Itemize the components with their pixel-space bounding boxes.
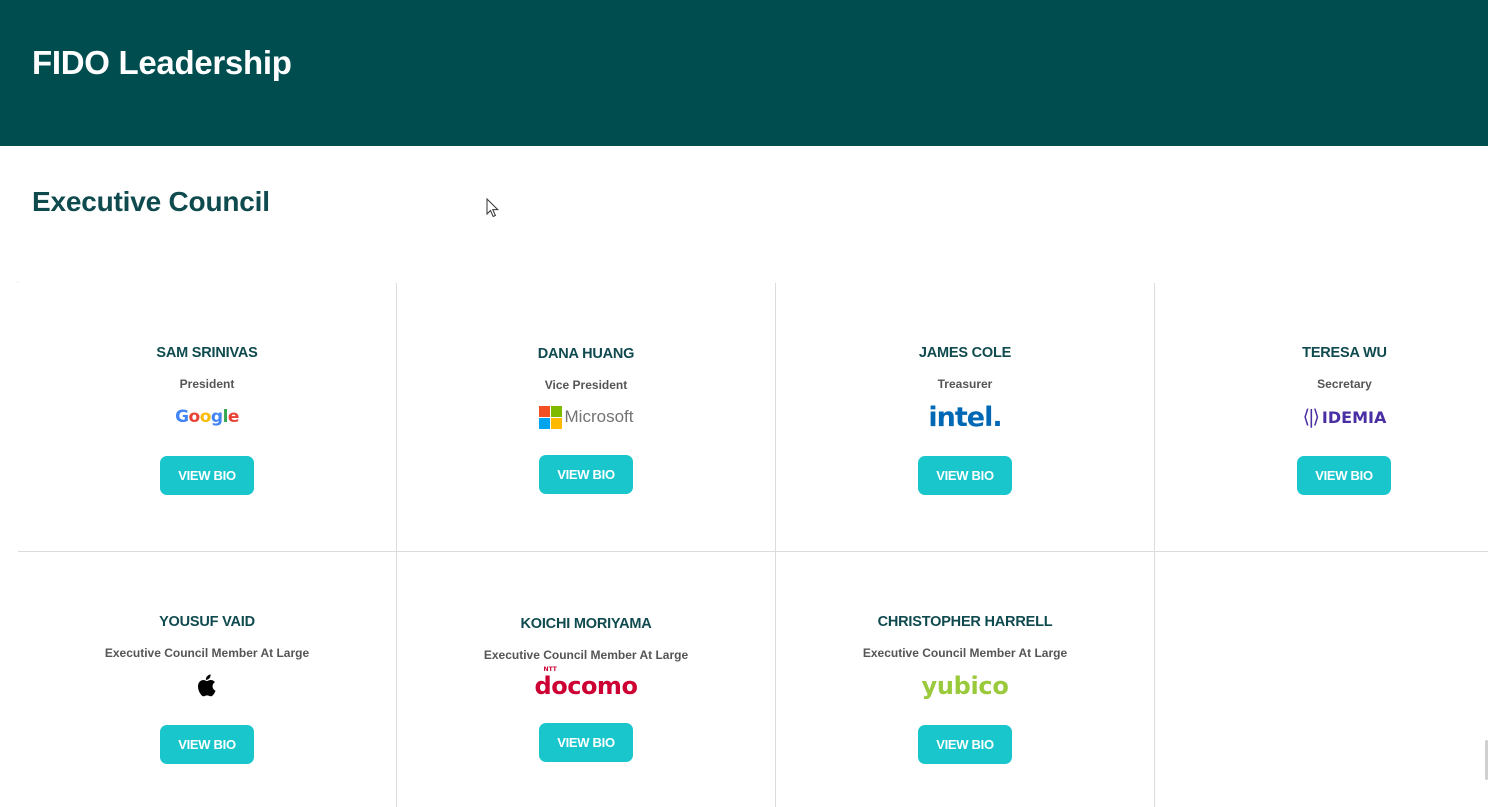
page-title: FIDO Leadership	[32, 44, 292, 81]
docomo-logo: NTT docomo	[534, 666, 638, 700]
member-name: SAM SRINIVAS	[156, 345, 258, 361]
view-bio-button[interactable]: VIEW BIO	[539, 455, 633, 494]
intel-logo: intel.	[928, 401, 1002, 433]
member-card: SAM SRINIVAS President Google VIEW BIO	[18, 283, 397, 552]
microsoft-squares-icon	[538, 405, 562, 429]
member-card: JAMES COLE Treasurer intel. VIEW BIO	[776, 283, 1155, 552]
apple-logo	[18, 670, 396, 702]
yubico-logo: yubico	[921, 672, 1009, 700]
google-logo: Google	[175, 407, 239, 427]
member-role: Treasurer	[937, 377, 993, 391]
member-role: Executive Council Member At Large	[104, 646, 310, 660]
view-bio-button[interactable]: VIEW BIO	[160, 725, 254, 764]
member-role: Executive Council Member At Large	[862, 646, 1068, 660]
empty-card	[1155, 552, 1488, 807]
member-name: CHRISTOPHER HARRELL	[877, 614, 1053, 630]
microsoft-logo: Microsoft	[397, 401, 775, 433]
section-title: Executive Council	[32, 186, 270, 217]
mouse-pointer-icon	[486, 198, 500, 218]
member-card: KOICHI MORIYAMA Executive Council Member…	[397, 552, 776, 807]
member-name: JAMES COLE	[918, 345, 1012, 361]
view-bio-button[interactable]: VIEW BIO	[160, 456, 254, 495]
member-card: TERESA WU Secretary ⟨|⟩ IDEMIA VIEW BIO	[1155, 283, 1488, 552]
member-name: KOICHI MORIYAMA	[520, 616, 652, 632]
view-bio-button[interactable]: VIEW BIO	[1297, 456, 1391, 495]
idemia-logo: ⟨|⟩ IDEMIA	[1302, 406, 1387, 428]
member-role: President	[179, 377, 235, 391]
view-bio-button[interactable]: VIEW BIO	[918, 725, 1012, 764]
member-name: TERESA WU	[1302, 345, 1387, 361]
page-header: FIDO Leadership	[0, 0, 1488, 146]
member-card: DANA HUANG Vice President Microsoft VIEW…	[397, 283, 776, 552]
member-role: Vice President	[544, 378, 628, 392]
member-name: YOUSUF VAID	[159, 614, 255, 630]
leadership-grid: SAM SRINIVAS President Google VIEW BIO D…	[17, 282, 1488, 807]
view-bio-button[interactable]: VIEW BIO	[539, 723, 633, 762]
view-bio-button[interactable]: VIEW BIO	[918, 456, 1012, 495]
member-card: YOUSUF VAID Executive Council Member At …	[18, 552, 397, 807]
member-role: Executive Council Member At Large	[483, 648, 689, 662]
member-role: Secretary	[1317, 377, 1372, 391]
member-card: CHRISTOPHER HARRELL Executive Council Me…	[776, 552, 1155, 807]
member-name: DANA HUANG	[537, 346, 635, 362]
apple-icon	[197, 674, 216, 697]
